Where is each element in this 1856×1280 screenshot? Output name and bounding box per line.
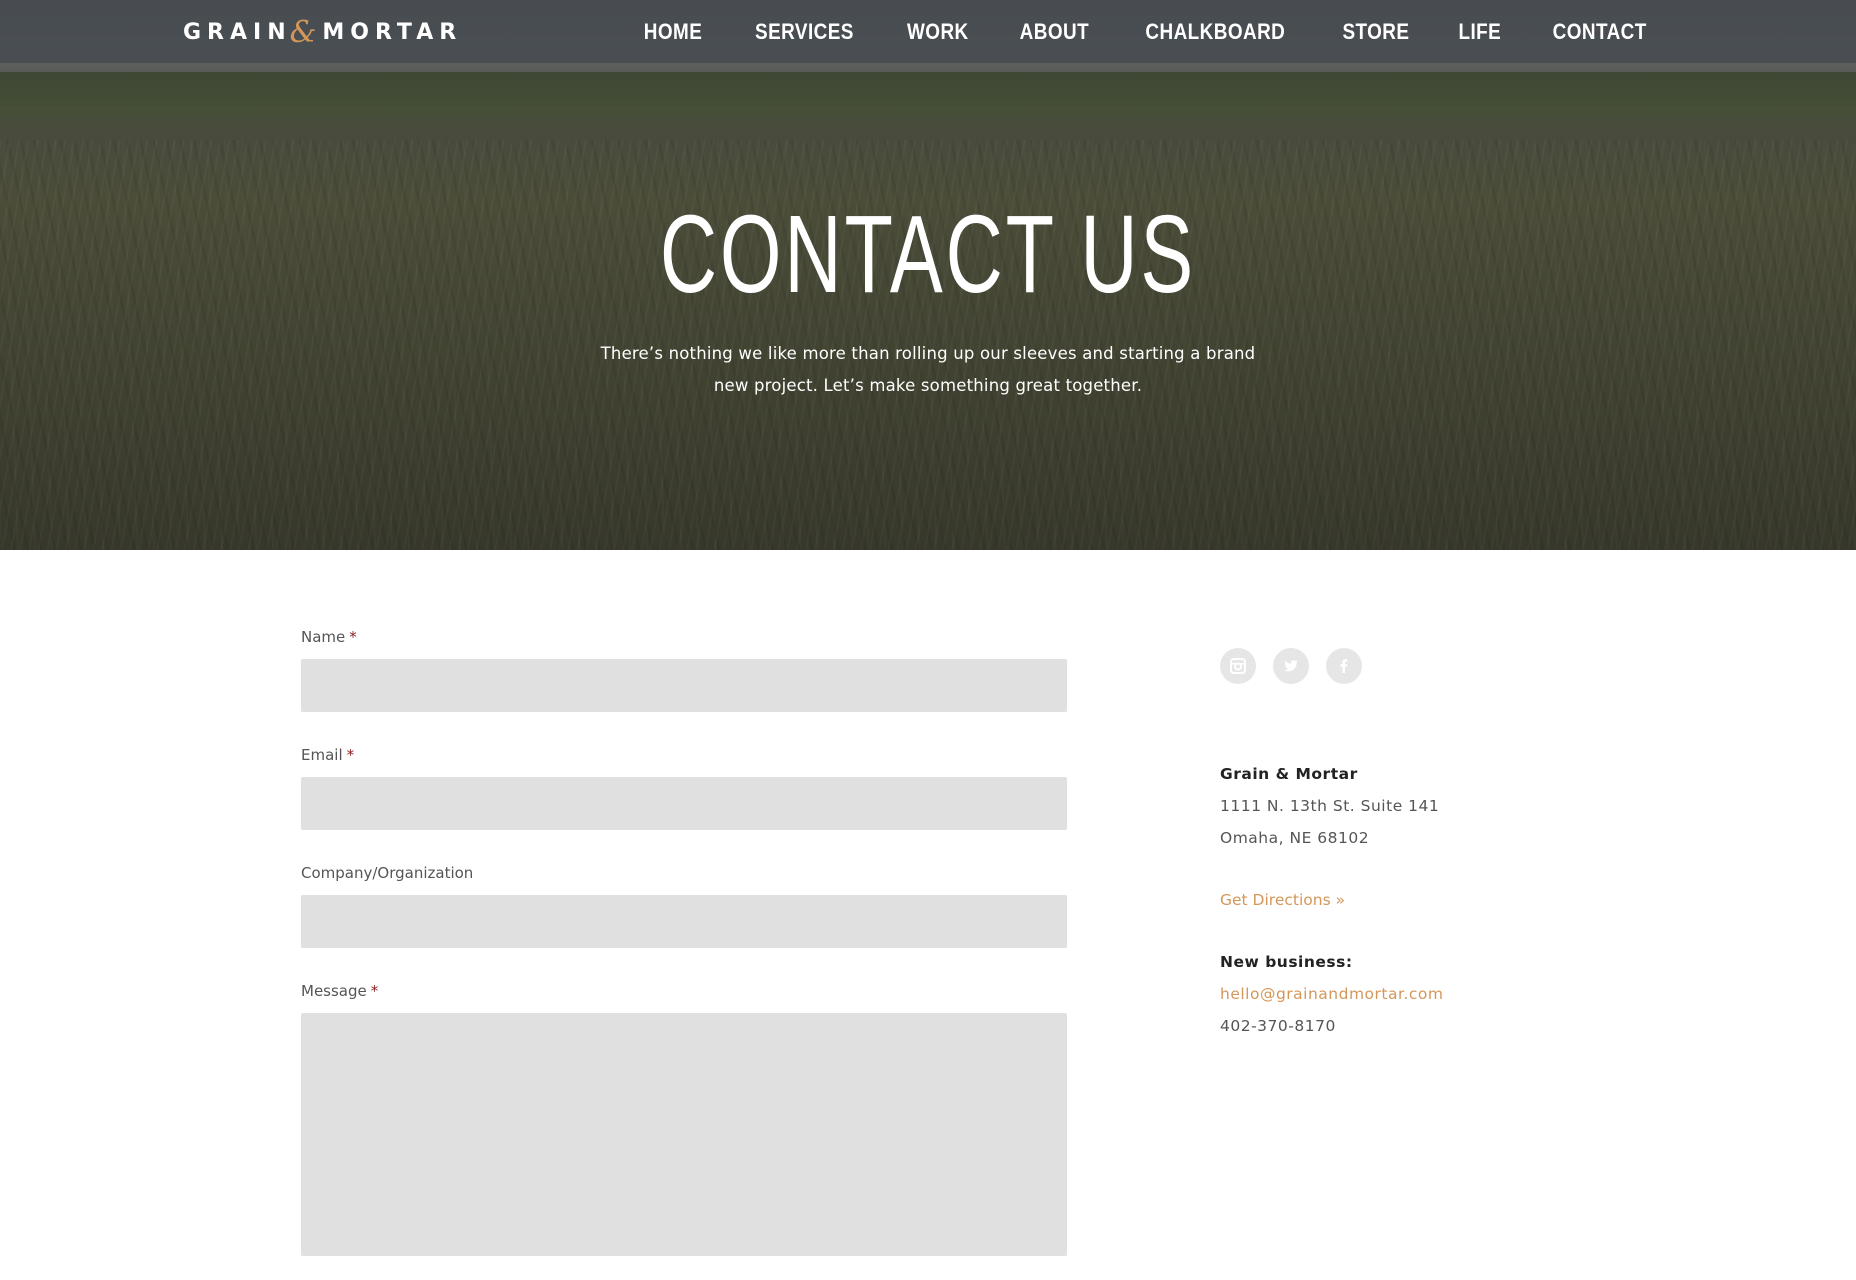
hero-subtitle-line1: There’s nothing we like more than rollin… [600,344,1256,363]
new-business-label: New business: [1220,953,1353,971]
social-links [1220,648,1540,688]
facebook-glyph [1340,659,1348,673]
name-field[interactable] [301,659,1067,712]
page-title: CONTACT US [659,193,1197,316]
logo-word-mortar: MORTAR [322,19,463,45]
top-navigation-bar: GRAIN & MORTAR HOME SERVICES WORK ABOUT … [0,0,1856,63]
address-line-1: 1111 N. 13th St. Suite 141 [1220,797,1440,815]
site-logo[interactable]: GRAIN & MORTAR [183,14,463,50]
nav-services[interactable]: SERVICES [755,19,854,45]
twitter-glyph [1284,660,1298,672]
message-label-text: Message [301,982,367,1000]
message-label: Message * [301,978,1067,1004]
facebook-icon[interactable] [1326,648,1362,684]
nav-store[interactable]: STORE [1342,19,1409,45]
name-label: Name * [301,624,1067,650]
get-directions-link[interactable]: Get Directions » [1220,884,1540,916]
twitter-icon[interactable] [1273,648,1309,684]
contact-info: Grain & Mortar 1111 N. 13th St. Suite 14… [1220,648,1540,1042]
email-field[interactable] [301,777,1067,830]
email-link[interactable]: hello@grainandmortar.com [1220,978,1540,1010]
nav-home[interactable]: HOME [644,19,702,45]
required-mark: * [370,982,379,1000]
email-label-text: Email [301,746,343,764]
nav-contact[interactable]: CONTACT [1552,19,1646,45]
required-mark: * [349,628,357,646]
nav-chalkboard[interactable]: CHALKBOARD [1146,19,1286,45]
logo-word-grain: GRAIN [183,19,292,45]
name-label-text: Name [301,628,346,646]
phone-number: 402-370-8170 [1220,1017,1336,1035]
address-line-2: Omaha, NE 68102 [1220,829,1370,847]
hero-subtitle: There’s nothing we like more than rollin… [578,338,1278,402]
required-mark: * [346,746,355,764]
hero-subtitle-line2: new project. Let’s make something great … [713,376,1143,395]
company-label-text: Company/Organization [301,864,474,882]
email-label: Email * [301,742,1067,768]
nav-life[interactable]: LIFE [1458,19,1501,45]
nav-work[interactable]: WORK [907,19,969,45]
instagram-glyph [1230,658,1246,674]
company-field[interactable] [301,895,1067,948]
contact-form: Name * Email * Company/Organization Messag… [301,624,1067,1280]
instagram-icon[interactable] [1220,648,1256,684]
message-field[interactable] [301,1013,1067,1256]
company-label: Company/Organization [301,860,1067,886]
nav-about[interactable]: ABOUT [1019,19,1088,45]
business-name: Grain & Mortar [1220,765,1358,783]
logo-ampersand: & [289,14,317,50]
main-nav: HOME SERVICES WORK ABOUT CHALKBOARD STOR… [639,0,1654,63]
